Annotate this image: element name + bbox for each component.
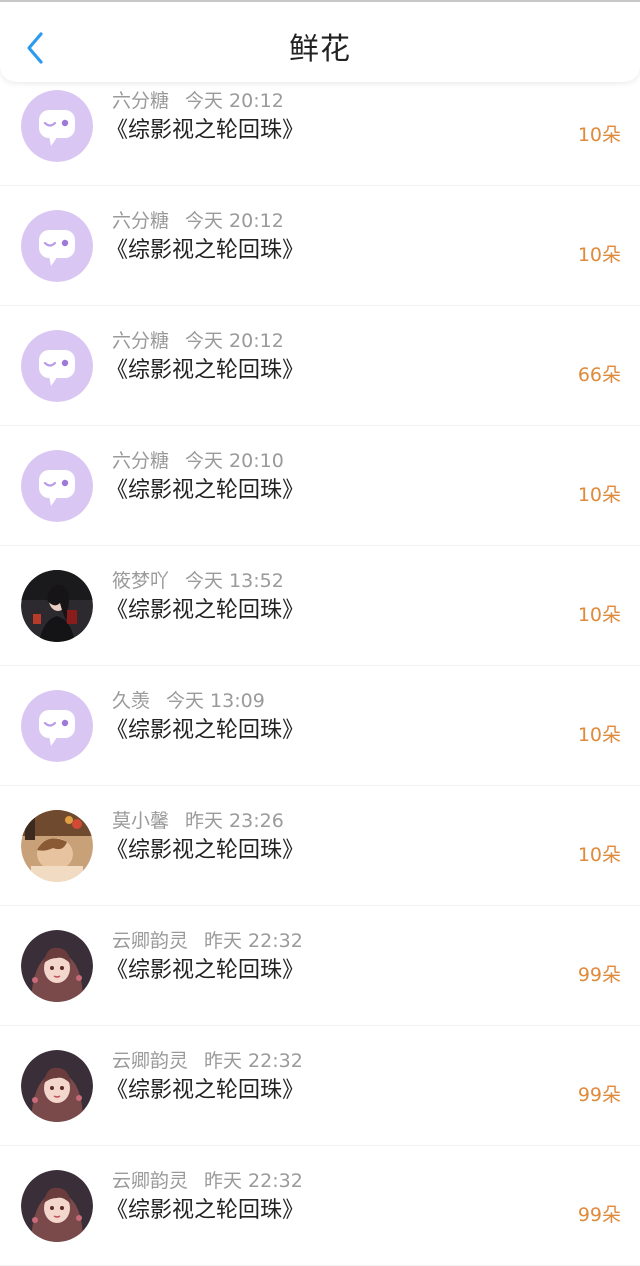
nav-header: 鲜花 bbox=[0, 2, 640, 82]
timestamp: 昨天 22:32 bbox=[204, 1170, 303, 1192]
user-name[interactable]: 六分糖 bbox=[112, 90, 169, 112]
list-item[interactable]: 六分糖 今天 20:12 《综影视之轮回珠》 10朵 bbox=[0, 186, 640, 306]
timestamp: 今天 20:10 bbox=[185, 450, 284, 472]
book-title: 《综影视之轮回珠》 bbox=[106, 238, 305, 263]
default-avatar bbox=[21, 210, 93, 282]
timestamp: 昨天 22:32 bbox=[204, 930, 303, 952]
book-title: 《综影视之轮回珠》 bbox=[106, 718, 305, 743]
user-name[interactable]: 六分糖 bbox=[112, 330, 169, 352]
list-item[interactable]: 筱梦吖 今天 13:52 《综影视之轮回珠》 10朵 bbox=[0, 546, 640, 666]
user-name[interactable]: 云卿韵灵 bbox=[112, 930, 188, 952]
user-name[interactable]: 筱梦吖 bbox=[112, 570, 169, 592]
timestamp: 昨天 22:32 bbox=[204, 1050, 303, 1072]
book-title: 《综影视之轮回珠》 bbox=[106, 598, 305, 623]
user-avatar bbox=[21, 810, 93, 882]
timestamp: 今天 20:12 bbox=[185, 210, 284, 232]
flower-count: 99朵 bbox=[577, 1084, 621, 1106]
list-item[interactable]: 六分糖 今天 20:10 《综影视之轮回珠》 10朵 bbox=[0, 426, 640, 546]
flower-count: 99朵 bbox=[577, 964, 621, 986]
user-name[interactable]: 六分糖 bbox=[112, 210, 169, 232]
default-avatar bbox=[21, 690, 93, 762]
user-avatar bbox=[21, 1170, 93, 1242]
flower-count: 10朵 bbox=[577, 244, 621, 266]
user-name[interactable]: 六分糖 bbox=[112, 450, 169, 472]
user-avatar bbox=[21, 570, 93, 642]
timestamp: 今天 20:12 bbox=[185, 330, 284, 352]
flower-count: 10朵 bbox=[577, 844, 621, 866]
user-name[interactable]: 莫小馨 bbox=[112, 810, 169, 832]
list-item[interactable]: 六分糖 今天 20:12 《综影视之轮回珠》 10朵 bbox=[0, 82, 640, 186]
user-name[interactable]: 久羡 bbox=[112, 690, 150, 712]
list-item[interactable]: 云卿韵灵 昨天 22:32 《综影视之轮回珠》 99朵 bbox=[0, 1026, 640, 1146]
page-title: 鲜花 bbox=[289, 32, 351, 67]
list-item[interactable]: 莫小馨 昨天 23:26 《综影视之轮回珠》 10朵 bbox=[0, 786, 640, 906]
flower-count: 10朵 bbox=[577, 604, 621, 626]
flower-count: 99朵 bbox=[577, 1204, 621, 1226]
list-item[interactable]: 云卿韵灵 昨天 22:32 《综影视之轮回珠》 99朵 bbox=[0, 1146, 640, 1266]
user-avatar bbox=[21, 1050, 93, 1122]
user-avatar bbox=[21, 930, 93, 1002]
list-item[interactable]: 六分糖 今天 20:12 《综影视之轮回珠》 66朵 bbox=[0, 306, 640, 426]
book-title: 《综影视之轮回珠》 bbox=[106, 1198, 305, 1223]
default-avatar bbox=[21, 330, 93, 402]
default-avatar bbox=[21, 450, 93, 522]
timestamp: 今天 13:52 bbox=[185, 570, 284, 592]
book-title: 《综影视之轮回珠》 bbox=[106, 958, 305, 983]
default-avatar bbox=[21, 90, 93, 162]
flower-count: 10朵 bbox=[577, 124, 621, 146]
user-name[interactable]: 云卿韵灵 bbox=[112, 1170, 188, 1192]
timestamp: 昨天 23:26 bbox=[185, 810, 284, 832]
list-item[interactable]: 久羡 今天 13:09 《综影视之轮回珠》 10朵 bbox=[0, 666, 640, 786]
book-title: 《综影视之轮回珠》 bbox=[106, 478, 305, 503]
user-name[interactable]: 云卿韵灵 bbox=[112, 1050, 188, 1072]
timestamp: 今天 13:09 bbox=[166, 690, 265, 712]
flower-record-list: 六分糖 今天 20:12 《综影视之轮回珠》 10朵 六分糖 今天 20:12 《综… bbox=[0, 82, 640, 1266]
book-title: 《综影视之轮回珠》 bbox=[106, 358, 305, 383]
flower-count: 66朵 bbox=[577, 364, 621, 386]
book-title: 《综影视之轮回珠》 bbox=[106, 118, 305, 143]
book-title: 《综影视之轮回珠》 bbox=[106, 838, 305, 863]
flower-count: 10朵 bbox=[577, 484, 621, 506]
book-title: 《综影视之轮回珠》 bbox=[106, 1078, 305, 1103]
flower-count: 10朵 bbox=[577, 724, 621, 746]
list-item[interactable]: 云卿韵灵 昨天 22:32 《综影视之轮回珠》 99朵 bbox=[0, 906, 640, 1026]
timestamp: 今天 20:12 bbox=[185, 90, 284, 112]
